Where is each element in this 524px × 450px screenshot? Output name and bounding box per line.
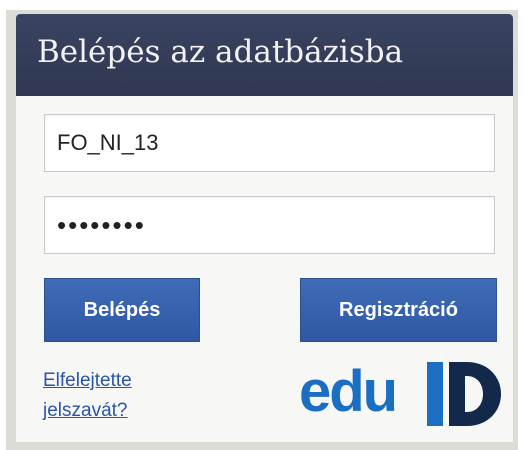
username-input[interactable] (44, 114, 495, 172)
login-panel: Belépés az adatbázisba Belépés Regisztrá… (16, 14, 513, 442)
eduid-logo: edu (299, 358, 504, 430)
forgot-password-link[interactable]: Elfelejtette jelszavát? (43, 366, 203, 426)
password-input[interactable] (44, 196, 495, 254)
panel-header: Belépés az adatbázisba (16, 14, 513, 96)
logo-id-mark (427, 362, 501, 426)
register-button[interactable]: Regisztráció (300, 278, 497, 342)
login-button[interactable]: Belépés (44, 278, 200, 342)
panel-title: Belépés az adatbázisba (37, 34, 404, 70)
logo-text: edu (299, 359, 398, 424)
